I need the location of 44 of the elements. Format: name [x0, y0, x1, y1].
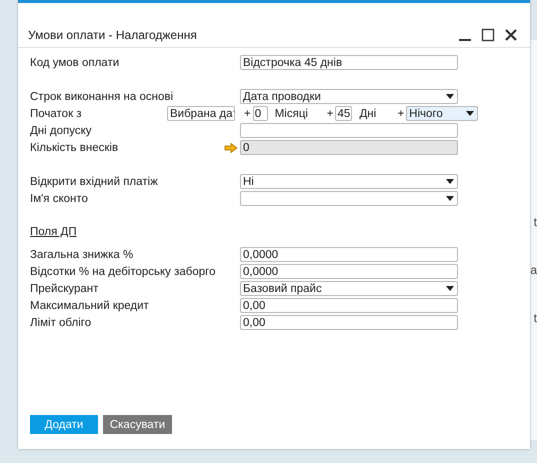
field-label: Загальна знижка % — [30, 248, 134, 260]
window-title: Умови оплати - Налагодження — [28, 28, 198, 42]
field-label: Кількість внесків — [30, 142, 120, 154]
field-label: Прейскурант — [30, 282, 100, 294]
input-field[interactable] — [240, 123, 458, 138]
dropdown[interactable]: Нічого — [406, 106, 478, 121]
field-label: Дні — [359, 108, 378, 120]
input-field[interactable]: 0,00 — [240, 315, 458, 330]
cancel-button[interactable]: Скасувати — [103, 415, 172, 434]
dropdown[interactable]: Вибрана да — [167, 106, 235, 121]
input-field[interactable]: Відстрочка 45 днів — [240, 55, 458, 70]
field-label: Ліміт обліго — [30, 316, 92, 328]
caret-icon — [466, 111, 474, 116]
field-label: Відкрити вхідний платіж — [30, 176, 159, 188]
plus-sign: + — [397, 108, 404, 120]
field-label: Відсотки % на дебіторську заборго — [30, 266, 215, 278]
close-icon[interactable] — [504, 28, 518, 42]
dropdown[interactable]: Ні — [240, 174, 458, 189]
background-text: t — [534, 310, 537, 326]
background-text: t — [534, 214, 537, 230]
input-field[interactable]: 0 — [252, 106, 268, 121]
plus-sign: + — [244, 108, 251, 120]
field-label: Максимальний кредит — [30, 300, 150, 312]
arrow-icon[interactable] — [224, 142, 238, 152]
input-field[interactable]: 0,0000 — [240, 264, 458, 279]
field-label: Ім'я сконто — [30, 192, 89, 204]
caret-icon — [446, 94, 454, 99]
input-field[interactable]: 0,00 — [240, 298, 458, 313]
caret-icon — [446, 179, 454, 184]
caret-icon — [446, 286, 454, 291]
plus-sign: + — [326, 108, 334, 120]
field-label: Строк виконання на основі — [30, 90, 174, 102]
caret-icon — [446, 196, 454, 201]
maximize-icon[interactable] — [481, 28, 495, 42]
field-label: Початок з — [30, 108, 83, 120]
background-text: a — [530, 262, 537, 278]
dropdown[interactable]: Базовий прайс — [240, 281, 458, 296]
section-heading: Поля ДП — [30, 225, 77, 240]
field-label: Дні допуску — [30, 124, 93, 136]
input-field[interactable]: 45 — [335, 106, 352, 121]
field-label: Місяці — [274, 108, 309, 120]
input-field[interactable]: 0,0000 — [240, 247, 458, 262]
field-label: Код умов оплати — [30, 56, 120, 68]
dropdown[interactable]: Дата проводки — [240, 89, 458, 104]
